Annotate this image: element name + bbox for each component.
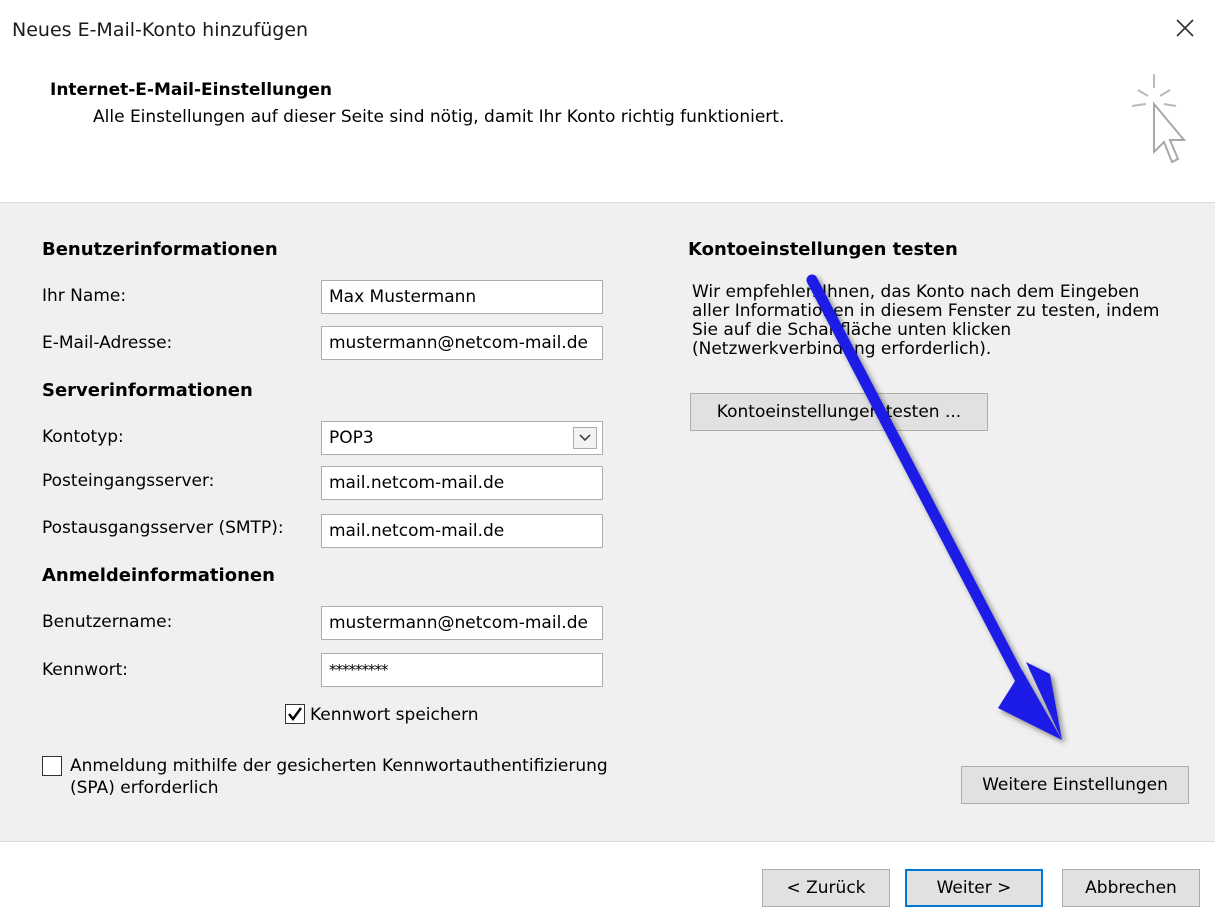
email-label: E-Mail-Adresse: [42,333,173,353]
back-button[interactable]: < Zurück [762,869,890,907]
email-input[interactable] [321,326,603,360]
title-bar: Neues E-Mail-Konto hinzufügen [0,0,1215,64]
section-user-info: Benutzerinformationen [42,239,278,260]
cancel-button[interactable]: Abbrechen [1062,869,1200,907]
more-settings-button[interactable]: Weitere Einstellungen [961,766,1189,804]
chevron-down-icon [579,434,591,442]
account-type-select[interactable]: POP3 [321,421,603,455]
name-label: Ihr Name: [42,286,127,306]
spa-checkbox[interactable] [42,756,62,776]
section-server-info: Serverinformationen [42,380,253,401]
username-label: Benutzername: [42,612,173,632]
close-icon [1176,19,1194,37]
incoming-server-input[interactable] [321,466,603,500]
page-title: Internet-E-Mail-Einstellungen [50,80,333,100]
save-password-checkbox[interactable] [285,704,305,724]
checkmark-icon [288,707,302,721]
close-button[interactable] [1155,0,1215,56]
password-label: Kennwort: [42,660,128,680]
spa-label-line2: (SPA) erforderlich [70,778,219,798]
arrow-annotation-icon [806,274,1062,740]
save-password-label[interactable]: Kennwort speichern [310,705,479,725]
name-input[interactable] [321,280,603,314]
spa-label[interactable]: Anmeldung mithilfe der gesicherten Kennw… [70,755,608,799]
username-input[interactable] [321,606,603,640]
outgoing-server-label: Postausgangsserver (SMTP): [42,518,284,538]
section-test-settings: Kontoeinstellungen testen [688,239,958,260]
password-input[interactable] [321,653,603,687]
account-type-value: POP3 [329,428,374,448]
account-type-label: Kontotyp: [42,427,124,447]
dropdown-button[interactable] [573,427,597,449]
page-subtitle: Alle Einstellungen auf dieser Seite sind… [93,107,785,127]
outgoing-server-input[interactable] [321,514,603,548]
incoming-server-label: Posteingangsserver: [42,471,215,491]
spa-label-line1: Anmeldung mithilfe der gesicherten Kennw… [70,756,608,776]
cursor-click-icon [1131,74,1187,164]
window-title: Neues E-Mail-Konto hinzufügen [12,19,309,41]
section-login-info: Anmeldeinformationen [42,565,275,586]
next-button[interactable]: Weiter > [905,869,1043,907]
